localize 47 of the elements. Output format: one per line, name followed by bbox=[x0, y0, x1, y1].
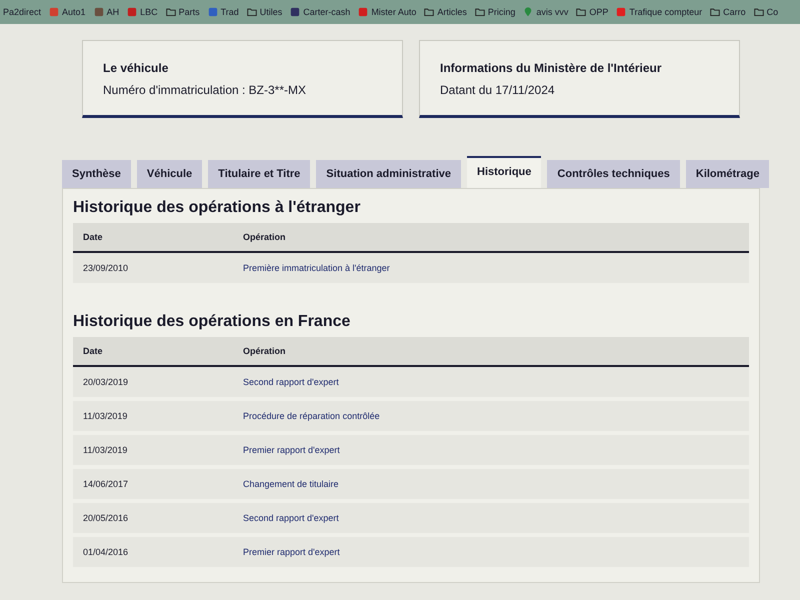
bookmark-link[interactable]: Trad bbox=[208, 7, 239, 17]
bookmark-link[interactable]: Auto1 bbox=[49, 7, 86, 17]
tab[interactable]: Titulaire et Titre bbox=[208, 160, 310, 188]
date-cell-text: 20/05/2016 bbox=[83, 513, 130, 523]
operation-cell: Changement de titulaire bbox=[243, 479, 339, 489]
date-cell-text: 14/06/2017 bbox=[83, 479, 130, 489]
operation-cell: Premier rapport d'expert bbox=[243, 445, 340, 455]
tab[interactable]: Kilométrage bbox=[686, 160, 770, 188]
operation-cell: Première immatriculation à l'étranger bbox=[243, 263, 390, 273]
card-title: Le véhicule bbox=[103, 61, 170, 75]
bookmark-link[interactable]: Articles bbox=[424, 7, 467, 17]
date-cell-text: 20/03/2019 bbox=[83, 377, 130, 387]
tab[interactable]: Situation administrative bbox=[316, 160, 461, 188]
bookmark-link[interactable]: Parts bbox=[166, 7, 200, 17]
column-header: Date bbox=[83, 232, 104, 242]
bookmark-link[interactable]: avis vvv bbox=[523, 7, 568, 17]
tab[interactable]: Synthèse bbox=[62, 160, 131, 188]
date-cell-text: 23/09/2010 bbox=[83, 263, 130, 273]
bookmark-link[interactable]: Co bbox=[754, 7, 778, 17]
bookmark-link[interactable]: Mister Auto bbox=[358, 7, 416, 17]
card-text: Numéro d'immatriculation : BZ-3**-MX bbox=[103, 83, 308, 97]
bookmark-link[interactable]: OPP bbox=[576, 7, 608, 17]
section-title: Historique des opérations à l'étranger bbox=[73, 199, 362, 217]
date-cell-text: 11/03/2019 bbox=[83, 411, 128, 421]
section-title: Historique des opérations en France bbox=[73, 313, 352, 331]
bookmark-link[interactable]: Carter-cash bbox=[290, 7, 350, 17]
bookmark-link[interactable]: Utiles bbox=[246, 7, 282, 17]
bookmark-link[interactable]: AH bbox=[94, 7, 120, 17]
card-text: Datant du 17/11/2024 bbox=[440, 83, 556, 97]
column-header: Opération bbox=[243, 346, 286, 356]
bookmark-link[interactable]: Pricing bbox=[474, 7, 516, 17]
bookmark-link[interactable]: LBC bbox=[127, 7, 158, 17]
tab[interactable]: Historique bbox=[467, 156, 542, 188]
card-title: Informations du Ministère de l'Intérieur bbox=[440, 61, 663, 75]
operation-cell: Second rapport d'expert bbox=[243, 513, 339, 523]
date-cell-text: 11/03/2019 bbox=[83, 445, 128, 455]
column-header: Opération bbox=[243, 232, 286, 242]
operation-cell: Procédure de réparation contrôlée bbox=[243, 411, 380, 421]
tab[interactable]: Véhicule bbox=[136, 160, 202, 188]
operation-cell: Second rapport d'expert bbox=[243, 377, 339, 387]
column-header: Date bbox=[83, 346, 104, 356]
tab[interactable]: Contrôles techniques bbox=[547, 160, 680, 188]
bookmark-link[interactable]: Trafique compteur bbox=[616, 7, 702, 17]
date-cell-text: 01/04/2016 bbox=[83, 547, 130, 557]
bookmark-link[interactable]: Carro bbox=[710, 7, 746, 17]
bookmark-link[interactable]: Pa2direct bbox=[3, 7, 42, 17]
operation-cell: Premier rapport d'expert bbox=[243, 547, 340, 557]
